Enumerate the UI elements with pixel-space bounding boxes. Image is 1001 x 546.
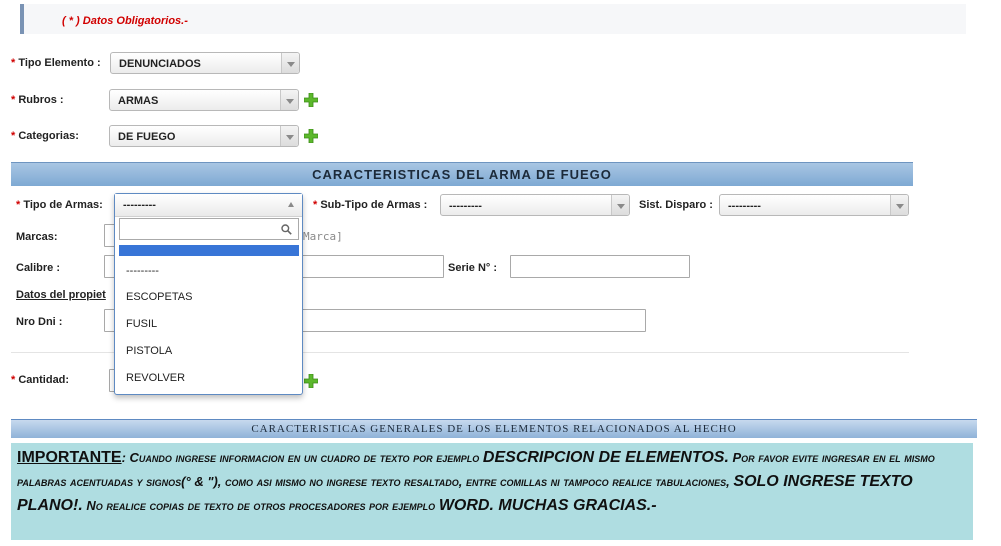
add-cantidad-icon[interactable]	[304, 374, 318, 388]
section-header-generales: CARACTERISTICAS GENERALES DE LOS ELEMENT…	[11, 419, 977, 438]
tipo-elemento-select[interactable]: DENUNCIADOS	[110, 52, 300, 74]
serie-input[interactable]	[510, 255, 690, 278]
dropdown-highlight	[119, 245, 299, 256]
dropdown-option[interactable]: ---------	[126, 265, 159, 277]
important-heading: IMPORTANTE	[17, 449, 122, 466]
sub-tipo-label: * Sub-Tipo de Armas :	[313, 199, 428, 211]
chevron-down-icon	[280, 90, 298, 110]
dropdown-option[interactable]: REVOLVER	[126, 372, 185, 384]
categorias-label: * Categorias:	[11, 130, 79, 142]
search-icon	[281, 224, 292, 235]
tipo-armas-dropdown[interactable]: --------- --------- ESCOPETAS FUSIL PIST…	[114, 193, 303, 395]
tipo-armas-label: * Tipo de Armas:	[16, 199, 103, 211]
rubros-select[interactable]: ARMAS	[109, 89, 299, 111]
tipo-armas-select[interactable]: ---------	[115, 194, 302, 217]
cantidad-label: * Cantidad:	[11, 374, 70, 386]
add-categoria-icon[interactable]	[304, 129, 318, 143]
serie-label: Serie N° :	[448, 262, 498, 274]
marcas-placeholder: Marca]	[303, 230, 343, 243]
dropdown-search-input[interactable]	[119, 218, 299, 240]
calibre-label: Calibre :	[16, 262, 61, 274]
categorias-select[interactable]: DE FUEGO	[109, 125, 299, 147]
rubros-label: * Rubros :	[11, 94, 64, 106]
tipo-elemento-label: * Tipo Elemento :	[11, 57, 101, 69]
important-notice: IMPORTANTE: Cuando ingrese informacion e…	[11, 443, 973, 540]
sist-disparo-select[interactable]: ---------	[719, 194, 909, 216]
sub-tipo-select[interactable]: ---------	[440, 194, 630, 216]
chevron-up-icon	[288, 202, 294, 207]
chevron-down-icon	[281, 53, 299, 73]
datos-propietario-link[interactable]: Datos del propiet	[16, 289, 106, 301]
required-fields-notice: ( * ) Datos Obligatorios.-	[20, 4, 966, 34]
chevron-down-icon	[611, 195, 629, 215]
nro-dni-label: Nro Dni :	[16, 316, 63, 328]
chevron-down-icon	[890, 195, 908, 215]
section-header-arma: CARACTERISTICAS DEL ARMA DE FUEGO	[11, 162, 913, 186]
required-fields-text: ( * ) Datos Obligatorios.-	[62, 15, 188, 27]
dropdown-option[interactable]: PISTOLA	[126, 345, 172, 357]
dropdown-option[interactable]: ESCOPETAS	[126, 291, 192, 303]
dropdown-option[interactable]: FUSIL	[126, 318, 157, 330]
sist-disparo-label: Sist. Disparo :	[639, 199, 713, 211]
chevron-down-icon	[280, 126, 298, 146]
add-rubro-icon[interactable]	[304, 93, 318, 107]
marcas-label: Marcas:	[16, 231, 58, 243]
